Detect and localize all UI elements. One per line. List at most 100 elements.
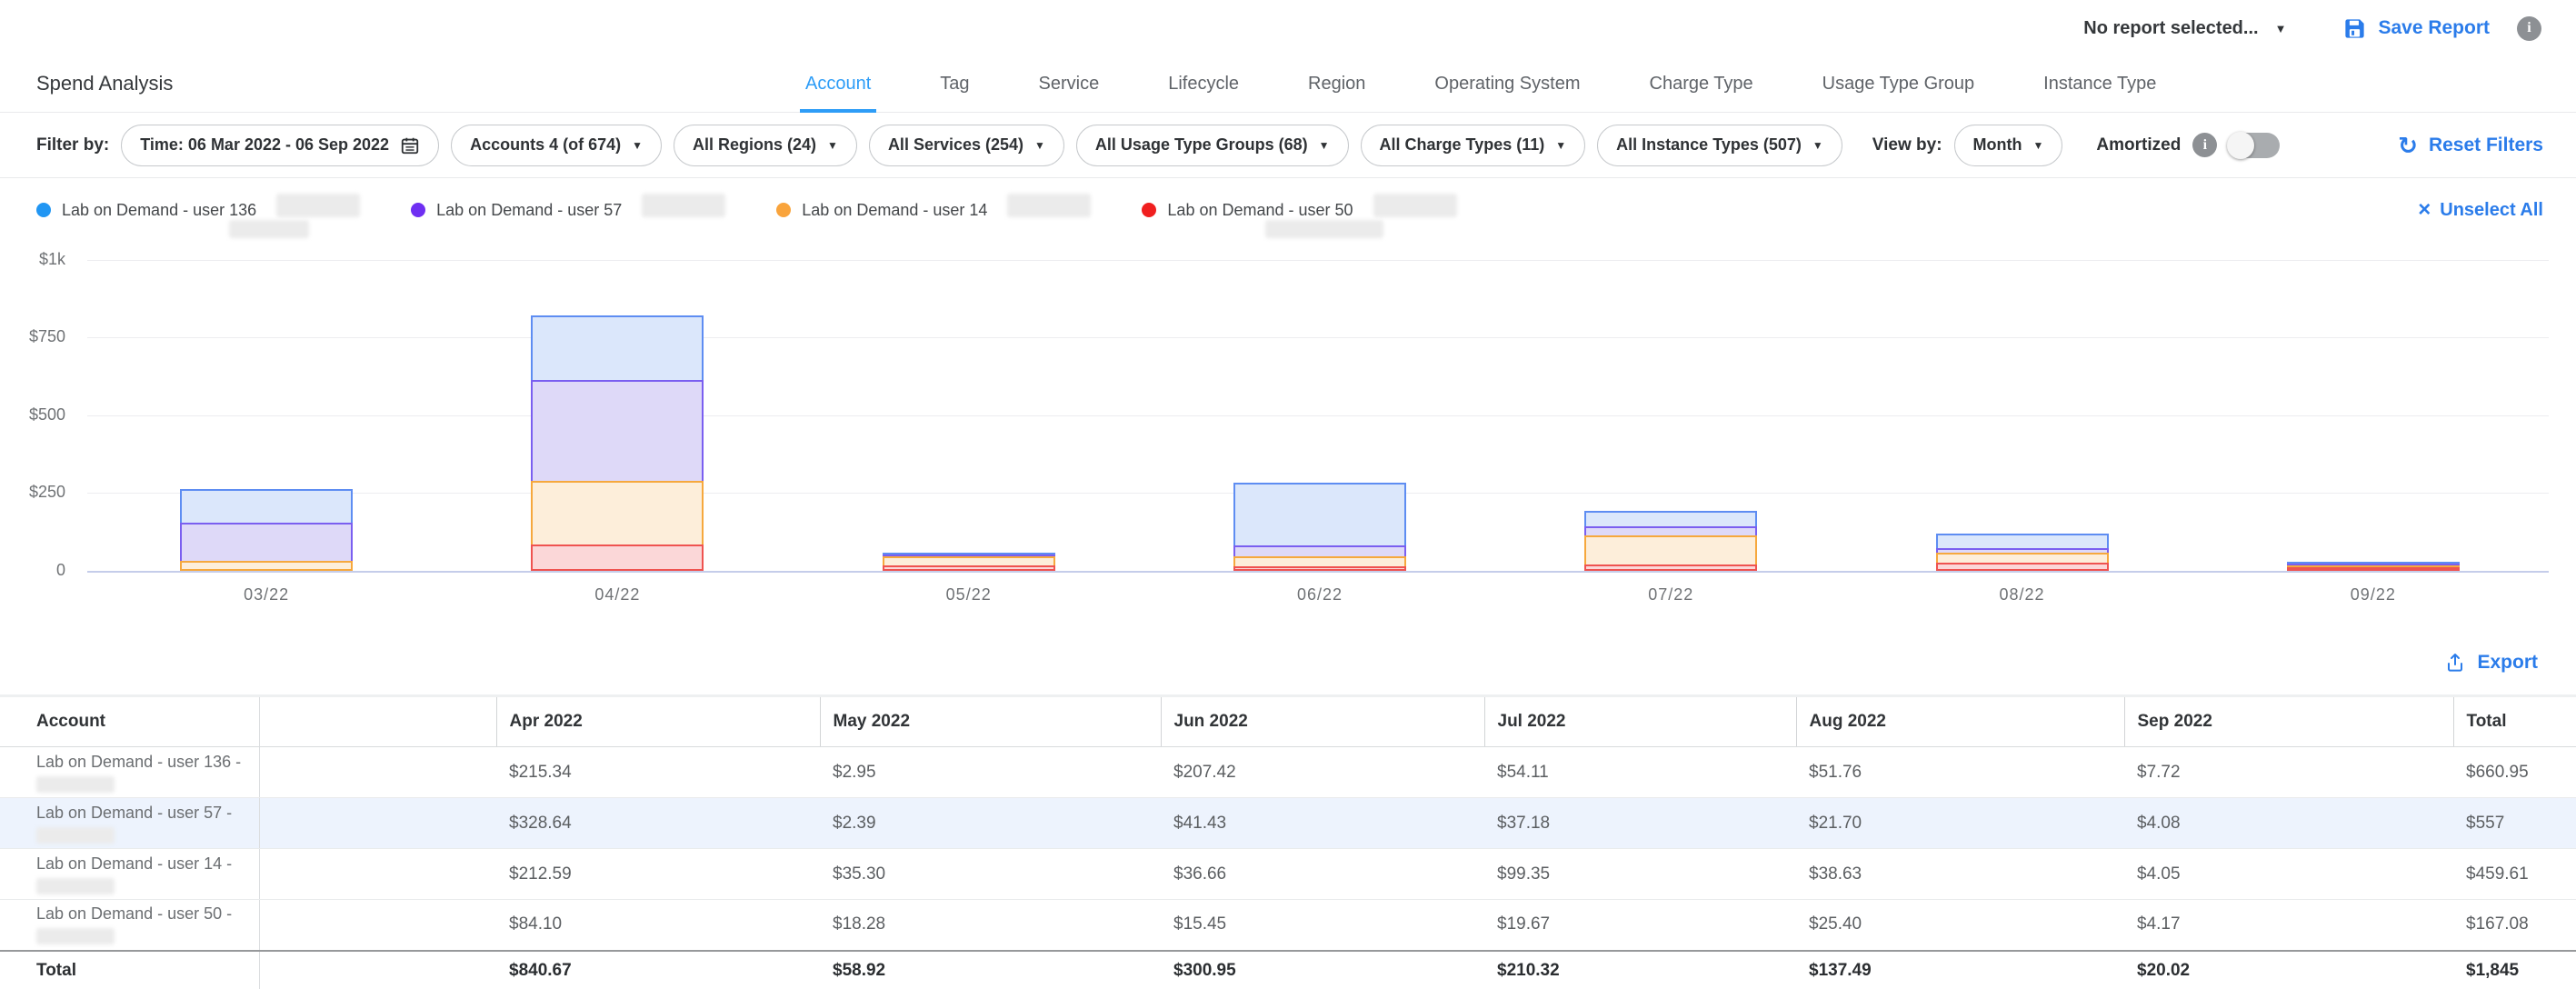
column-header-total[interactable]: Total xyxy=(2453,696,2576,747)
redacted-text xyxy=(229,220,309,238)
chevron-down-icon: ▼ xyxy=(1555,140,1566,151)
tab-tag[interactable]: Tag xyxy=(934,74,974,113)
bar-segment[interactable] xyxy=(531,380,704,482)
tab-lifecycle[interactable]: Lifecycle xyxy=(1163,74,1244,113)
charge-types-filter[interactable]: All Charge Types (11) ▼ xyxy=(1361,125,1586,166)
services-filter[interactable]: All Services (254) ▼ xyxy=(869,125,1064,166)
bar-segment[interactable] xyxy=(531,544,704,571)
spacer-cell xyxy=(259,900,496,951)
chart-bars xyxy=(91,260,2549,571)
save-report-label: Save Report xyxy=(2378,17,2490,39)
bar-segment[interactable] xyxy=(2287,567,2460,571)
legend-label: Lab on Demand - user 14 xyxy=(802,201,987,220)
stacked-bar[interactable] xyxy=(180,489,353,571)
column-header-may[interactable]: May 2022 xyxy=(820,696,1161,747)
usage-type-groups-filter[interactable]: All Usage Type Groups (68) ▼ xyxy=(1076,125,1349,166)
bar-segment[interactable] xyxy=(1233,566,1406,571)
table-row[interactable]: Lab on Demand - user 57 - $328.64 $2.39 … xyxy=(0,798,2576,849)
value-cell: $328.64 xyxy=(496,798,820,849)
value-cell: $207.42 xyxy=(1161,747,1484,798)
view-by-select[interactable]: Month ▼ xyxy=(1954,125,2063,166)
legend-item[interactable]: Lab on Demand - user 14 xyxy=(776,198,1091,222)
value-cell: $25.40 xyxy=(1796,900,2124,951)
regions-filter[interactable]: All Regions (24) ▼ xyxy=(674,125,857,166)
value-cell: $4.05 xyxy=(2124,849,2453,900)
redacted-text xyxy=(1007,194,1091,217)
chevron-down-icon: ▼ xyxy=(827,140,838,151)
chevron-down-icon: ▼ xyxy=(632,140,643,151)
total-value-cell: $840.67 xyxy=(496,951,820,989)
calendar-icon xyxy=(400,135,420,155)
info-icon[interactable]: i xyxy=(2517,16,2541,41)
amortized-label: Amortized xyxy=(2096,135,2181,155)
unselect-all-button[interactable]: × Unselect All xyxy=(2418,199,2543,221)
time-range-filter[interactable]: Time: 06 Mar 2022 - 06 Sep 2022 xyxy=(121,125,439,166)
stacked-bar[interactable] xyxy=(883,553,1055,571)
total-label-cell: Total xyxy=(0,951,259,989)
value-cell: $37.18 xyxy=(1484,798,1796,849)
value-cell: $215.34 xyxy=(496,747,820,798)
filter-bar: Filter by: Time: 06 Mar 2022 - 06 Sep 20… xyxy=(0,113,2576,178)
column-header-aug[interactable]: Aug 2022 xyxy=(1796,696,2124,747)
spend-chart: $1k $750 $500 $250 0 03/2204/2205/2206/2… xyxy=(0,242,2576,631)
bar-segment[interactable] xyxy=(180,523,353,562)
legend-label: Lab on Demand - user 136 xyxy=(62,201,256,220)
table-header-row: Account Apr 2022 May 2022 Jun 2022 Jul 2… xyxy=(0,696,2576,747)
bar-segment[interactable] xyxy=(1233,483,1406,547)
bar-segment[interactable] xyxy=(531,481,704,547)
chevron-down-icon: ▼ xyxy=(1319,140,1330,151)
save-report-button[interactable]: Save Report xyxy=(2342,16,2490,41)
value-cell: $38.63 xyxy=(1796,849,2124,900)
stacked-bar[interactable] xyxy=(1233,483,1406,571)
tab-account[interactable]: Account xyxy=(800,74,876,113)
x-axis-label: 05/22 xyxy=(794,585,1144,604)
instance-types-filter-value: All Instance Types (507) xyxy=(1616,135,1802,155)
filter-by-label: Filter by: xyxy=(36,135,109,155)
table-row[interactable]: Lab on Demand - user 50 - $84.10 $18.28 … xyxy=(0,900,2576,951)
bar-slot xyxy=(794,260,1144,571)
accounts-filter[interactable]: Accounts 4 (of 674) ▼ xyxy=(451,125,662,166)
bar-segment[interactable] xyxy=(1584,564,1757,571)
stacked-bar[interactable] xyxy=(1584,511,1757,571)
report-selector-dropdown[interactable]: No report selected... ▼ xyxy=(2083,18,2286,39)
bar-segment[interactable] xyxy=(1584,535,1757,566)
tab-service[interactable]: Service xyxy=(1033,74,1105,113)
column-header-apr[interactable]: Apr 2022 xyxy=(496,696,820,747)
chart-x-labels: 03/2204/2205/2206/2207/2208/2209/22 xyxy=(91,585,2549,604)
tab-operating-system[interactable]: Operating System xyxy=(1429,74,1585,113)
legend-item[interactable]: Lab on Demand - user 50 xyxy=(1142,198,1456,222)
value-cell: $41.43 xyxy=(1161,798,1484,849)
amortized-toggle[interactable] xyxy=(2229,133,2280,158)
bar-segment[interactable] xyxy=(531,315,704,383)
chart-legend: Lab on Demand - user 136 Lab on Demand -… xyxy=(0,178,2576,242)
stacked-bar[interactable] xyxy=(531,315,704,571)
tab-usage-type-group[interactable]: Usage Type Group xyxy=(1817,74,1981,113)
bar-segment[interactable] xyxy=(1936,563,2109,571)
stacked-bar[interactable] xyxy=(1936,534,2109,571)
chevron-down-icon: ▼ xyxy=(1034,140,1045,151)
bar-segment[interactable] xyxy=(180,489,353,525)
tab-region[interactable]: Region xyxy=(1303,74,1371,113)
export-button[interactable]: Export xyxy=(2444,652,2538,674)
tab-instance-type[interactable]: Instance Type xyxy=(2038,74,2162,113)
tab-charge-type[interactable]: Charge Type xyxy=(1644,74,1759,113)
legend-item[interactable]: Lab on Demand - user 136 xyxy=(36,198,360,222)
amortized-info-icon[interactable]: i xyxy=(2192,133,2217,157)
stacked-bar[interactable] xyxy=(2287,562,2460,571)
value-cell: $7.72 xyxy=(2124,747,2453,798)
column-header-jun[interactable]: Jun 2022 xyxy=(1161,696,1484,747)
bar-segment[interactable] xyxy=(883,565,1055,571)
value-cell: $2.95 xyxy=(820,747,1161,798)
bar-segment[interactable] xyxy=(180,561,353,571)
column-header-jul[interactable]: Jul 2022 xyxy=(1484,696,1796,747)
regions-filter-value: All Regions (24) xyxy=(693,135,816,155)
column-header-account[interactable]: Account xyxy=(0,696,259,747)
spend-table: Account Apr 2022 May 2022 Jun 2022 Jul 2… xyxy=(0,694,2576,989)
column-header-sep[interactable]: Sep 2022 xyxy=(2124,696,2453,747)
legend-item[interactable]: Lab on Demand - user 57 xyxy=(411,198,725,222)
table-row[interactable]: Lab on Demand - user 14 - $212.59 $35.30… xyxy=(0,849,2576,900)
y-axis-tick: 0 xyxy=(7,561,65,580)
table-row[interactable]: Lab on Demand - user 136 - $215.34 $2.95… xyxy=(0,747,2576,798)
reset-filters-button[interactable]: ↻ Reset Filters xyxy=(2398,134,2543,157)
instance-types-filter[interactable]: All Instance Types (507) ▼ xyxy=(1597,125,1842,166)
